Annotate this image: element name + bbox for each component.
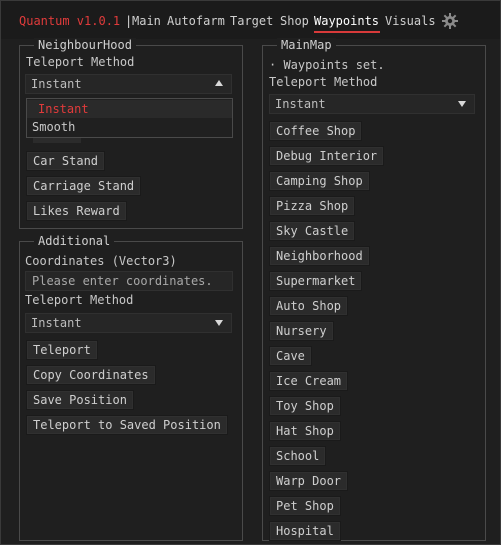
additional-title: Additional — [34, 234, 115, 248]
tab-visuals[interactable]: Visuals — [385, 14, 436, 28]
chevron-down-icon — [215, 320, 223, 326]
tab-target[interactable]: Target — [230, 14, 273, 28]
teleport-button[interactable]: Teleport — [26, 340, 98, 360]
waypoint-button[interactable]: Neighborhood — [269, 246, 370, 266]
waypoint-button[interactable]: Nursery — [269, 321, 334, 341]
chevron-down-icon — [458, 101, 466, 107]
menu-item-instant[interactable]: Instant — [27, 100, 232, 118]
copy-coordinates-button[interactable]: Copy Coordinates — [26, 365, 156, 385]
coordinates-input[interactable]: Please enter coordinates. — [25, 271, 233, 291]
waypoint-button[interactable]: Sky Castle — [269, 221, 356, 241]
neighbourhood-title: NeighbourHood — [34, 38, 136, 52]
mainmap-teleport-dropdown[interactable]: Instant — [269, 94, 475, 114]
app-window: Quantum v1.0.1 | Main Autofarm Target Sh… — [0, 0, 501, 545]
waypoint-button[interactable]: Supermarket — [269, 271, 363, 291]
tab-autofarm[interactable]: Autofarm — [167, 14, 225, 28]
waypoint-button[interactable]: Toy Shop — [269, 396, 341, 416]
save-position-button[interactable]: Save Position — [26, 390, 134, 410]
tab-main[interactable]: Main — [132, 14, 161, 28]
likes-reward-button[interactable]: Likes Reward — [26, 201, 127, 221]
gear-icon[interactable] — [442, 13, 458, 29]
app-title: Quantum v1.0.1 — [19, 14, 121, 28]
waypoint-button[interactable]: Hospital — [269, 521, 341, 541]
waypoint-button[interactable]: Camping Shop — [269, 171, 370, 191]
dropdown-value: Instant — [31, 77, 82, 91]
waypoints-status: · Waypoints set. — [269, 58, 385, 72]
carriage-stand-button[interactable]: Carriage Stand — [26, 176, 142, 196]
waypoint-button[interactable]: School — [269, 446, 327, 466]
waypoint-button[interactable]: Hat Shop — [269, 421, 341, 441]
additional-teleport-dropdown[interactable]: Instant — [25, 313, 232, 333]
waypoint-button[interactable]: Cave — [269, 346, 312, 366]
neighbourhood-teleport-dropdown[interactable]: Instant — [25, 74, 232, 94]
teleport-saved-button[interactable]: Teleport to Saved Position — [26, 415, 228, 435]
waypoint-button[interactable]: Auto Shop — [269, 296, 349, 316]
waypoint-button[interactable]: Pet Shop — [269, 496, 341, 516]
waypoint-button[interactable]: Debug Interior — [269, 146, 385, 166]
chevron-up-icon — [215, 80, 223, 86]
mainmap-group: MainMap — [262, 38, 486, 541]
menu-item-smooth[interactable]: Smooth — [27, 118, 232, 136]
waypoint-button[interactable]: Pizza Shop — [269, 196, 356, 216]
mainmap-teleport-label: Teleport Method — [269, 75, 378, 89]
waypoint-button[interactable]: Coffee Shop — [269, 121, 363, 141]
coordinates-label: Coordinates (Vector3) — [25, 254, 177, 268]
waypoint-button[interactable]: Ice Cream — [269, 371, 349, 391]
teleport-method-menu: Instant Smooth — [26, 98, 233, 138]
top-bar: Quantum v1.0.1 | Main Autofarm Target Sh… — [1, 1, 500, 39]
dropdown-value: Instant — [31, 316, 82, 330]
tab-waypoints[interactable]: Waypoints — [314, 14, 379, 28]
active-tab-indicator — [314, 31, 380, 33]
tab-shop[interactable]: Shop — [280, 14, 309, 28]
additional-teleport-label: Teleport Method — [25, 293, 134, 307]
mainmap-title: MainMap — [277, 38, 336, 52]
dropdown-value: Instant — [275, 97, 326, 111]
car-stand-button[interactable]: Car Stand — [26, 151, 106, 171]
neighbourhood-teleport-label: Teleport Method — [26, 55, 135, 69]
waypoint-button[interactable]: Warp Door — [269, 471, 349, 491]
